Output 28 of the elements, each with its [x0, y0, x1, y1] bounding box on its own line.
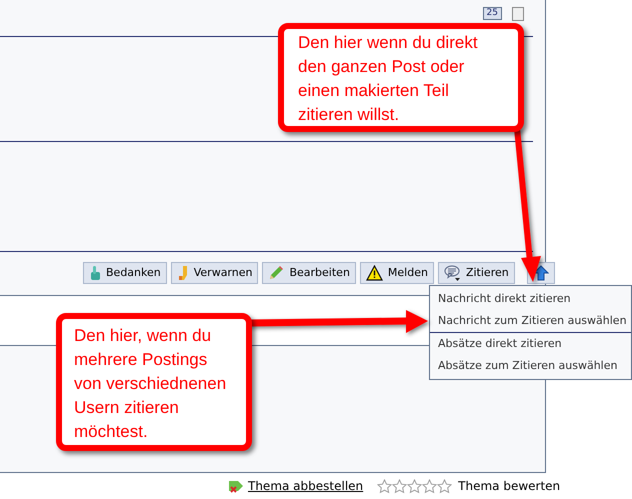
action-button[interactable]: Verwarnen: [170, 262, 258, 284]
menu-item[interactable]: Absätze direkt zitieren: [430, 333, 631, 355]
star-icon[interactable]: [377, 478, 392, 494]
action-button[interactable]: Bedanken: [83, 262, 167, 284]
star-icon[interactable]: [437, 478, 452, 494]
thumbs-up-icon: [89, 265, 101, 281]
callout: Den hier wenn du direkt den ganzen Post oder einen makierten Teil zitieren willst.: [278, 23, 524, 132]
star-icon[interactable]: [392, 478, 408, 494]
action-button[interactable]: Bearbeiten: [262, 262, 356, 284]
unsubscribe-link[interactable]: Thema abbestellen: [248, 477, 364, 495]
star-icon[interactable]: [407, 478, 422, 494]
star-rating[interactable]: [377, 478, 452, 494]
rating-label: Thema bewerten: [458, 478, 560, 495]
pencil-icon: [268, 265, 284, 281]
menu-item[interactable]: Nachricht zum Zitieren auswählen: [430, 310, 631, 332]
speech-bubble-icon: [444, 264, 461, 282]
warning-icon: [366, 265, 383, 281]
callout: Den hier, wenn du mehrere Postings von verschiednenen Usern zitieren möchtest.: [56, 313, 252, 451]
unsubscribe-icon: [228, 478, 244, 494]
menu-item[interactable]: Nachricht direkt zitieren: [430, 288, 631, 310]
action-button[interactable]: Zitieren: [438, 262, 515, 284]
menu-item[interactable]: Absätze zum Zitieren auswählen: [430, 355, 631, 377]
star-icon[interactable]: [422, 478, 438, 494]
checkbox[interactable]: [512, 7, 524, 21]
up-arrow-icon: [532, 265, 549, 281]
action-button[interactable]: Melden: [360, 262, 434, 284]
post-number[interactable]: 25: [482, 7, 502, 20]
highlighter-icon: [176, 265, 189, 281]
